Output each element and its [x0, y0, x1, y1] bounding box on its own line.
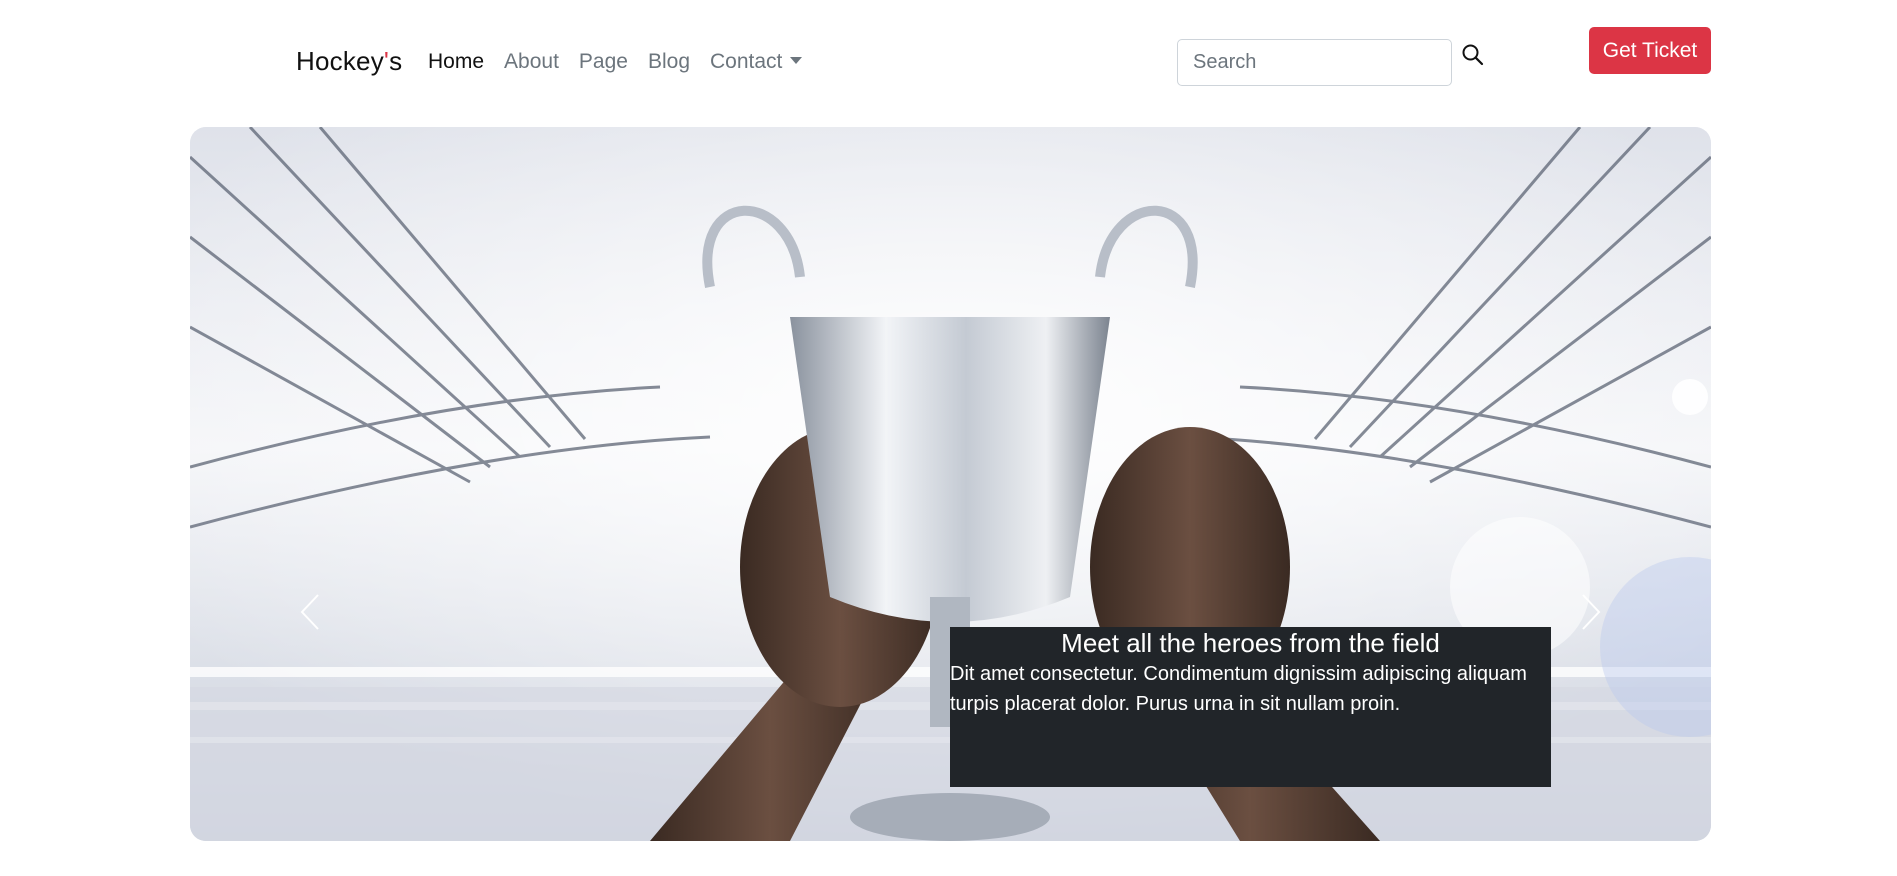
carousel-next-icon[interactable]	[1571, 587, 1611, 637]
nav-link-blog[interactable]: Blog	[648, 50, 690, 74]
brand-name: Hockey	[296, 46, 384, 76]
nav-link-home[interactable]: Home	[428, 50, 484, 74]
hero-carousel: Meet all the heroes from the field Dit a…	[190, 127, 1711, 841]
carousel-prev-icon[interactable]	[290, 587, 330, 637]
nav-links: Home About Page Blog Contact	[428, 50, 822, 74]
search-icon[interactable]	[1461, 43, 1485, 67]
nav-link-contact-label: Contact	[710, 50, 783, 73]
nav-dropdown-contact[interactable]: Contact	[710, 50, 803, 74]
nav-link-page[interactable]: Page	[579, 50, 628, 74]
brand-logo[interactable]: Hockey's	[296, 46, 402, 77]
caption-title: Meet all the heroes from the field	[1061, 628, 1440, 658]
nav-link-about[interactable]: About	[504, 50, 559, 74]
caret-down-icon	[790, 56, 803, 64]
get-ticket-button[interactable]: Get Ticket	[1589, 27, 1711, 74]
navbar: Hockey's Home About Page Blog Contact Ge…	[0, 0, 1897, 127]
brand-suffix: s	[389, 46, 403, 76]
search-input[interactable]	[1177, 39, 1452, 86]
carousel-caption: Meet all the heroes from the field Dit a…	[950, 627, 1551, 787]
caption-text: Dit amet consectetur. Condimentum dignis…	[950, 663, 1527, 715]
